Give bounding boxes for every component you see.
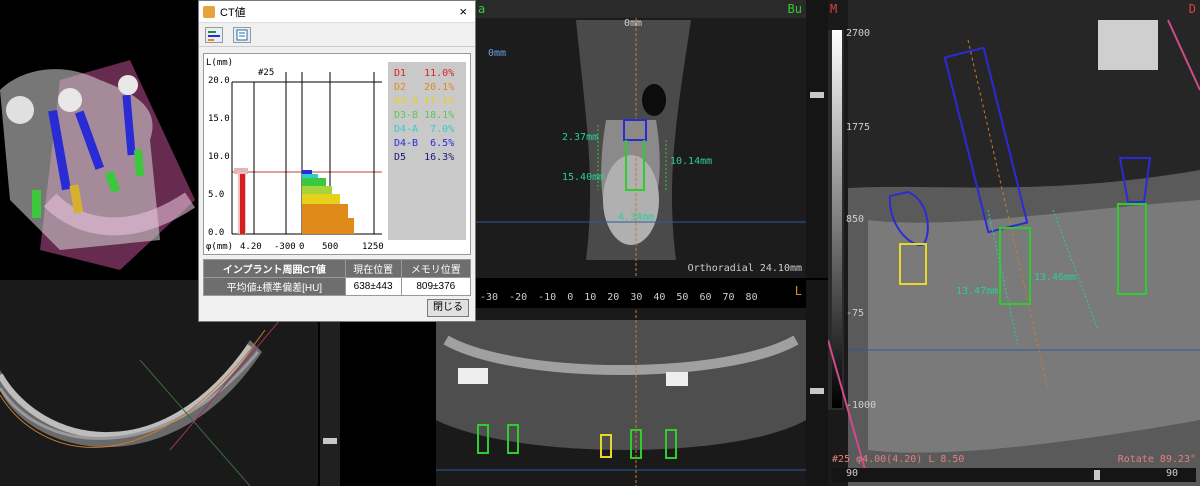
y-tick-15: 15.0 bbox=[208, 114, 230, 124]
coronal-meas-3: 10.14mm bbox=[670, 156, 713, 167]
legend-d2: D2 20.1% bbox=[394, 82, 455, 93]
ruler-tick: 50 bbox=[676, 292, 689, 303]
sagittal-right-label: D bbox=[1188, 2, 1196, 16]
view-3d[interactable] bbox=[0, 0, 200, 278]
view-sagittal[interactable]: M D 2700 1775 850 -75 -1000 13.47mm 13.4… bbox=[828, 0, 1200, 486]
memory-value: 809±376 bbox=[400, 277, 472, 296]
scale-minus1000: -1000 bbox=[846, 400, 877, 411]
ruler-tick: -30 bbox=[480, 292, 499, 303]
ruler-tick: -10 bbox=[538, 292, 557, 303]
x-tick-minus300: -300 bbox=[274, 242, 296, 252]
ruler-tick: 0 bbox=[567, 292, 574, 303]
legend-d5: D5 16.3% bbox=[394, 152, 455, 163]
sagittal-meas-2: 13.46mm bbox=[1034, 272, 1077, 283]
dialog-toolbar bbox=[199, 23, 475, 47]
coronal-meas-4: 4.34mm bbox=[618, 212, 655, 223]
ruler-tick: 30 bbox=[630, 292, 643, 303]
x-tick-500: 500 bbox=[322, 242, 339, 252]
current-value: 638±443 bbox=[344, 277, 402, 296]
ruler-tick: 10 bbox=[584, 292, 597, 303]
axial-side-label: L bbox=[794, 284, 802, 298]
slider-thumb[interactable] bbox=[1094, 470, 1100, 480]
view-axial[interactable]: -30 -20 -10 0 10 20 30 40 50 60 70 80 L … bbox=[436, 280, 806, 486]
legend-d4a: D4-A 7.0% bbox=[394, 124, 455, 135]
x-tick-0: 0 bbox=[299, 242, 305, 252]
ruler-tick: 70 bbox=[722, 292, 735, 303]
sagittal-meas-1: 13.47mm bbox=[956, 286, 999, 297]
phi-value: 4.20 bbox=[240, 242, 262, 252]
coronal-left-mm: 0mm bbox=[488, 48, 507, 59]
horizontal-slider[interactable]: 90 90 bbox=[832, 468, 1196, 482]
scale-850: 850 bbox=[846, 214, 865, 225]
close-button[interactable]: 閉じる bbox=[427, 299, 469, 317]
sagittal-footer-right: Rotate 89.23° bbox=[1117, 454, 1196, 465]
table-header-row: インプラント周囲CT値 現在位置 メモリ位置 bbox=[203, 259, 472, 278]
3d-render bbox=[0, 0, 200, 278]
app-icon bbox=[203, 5, 215, 18]
ruler-tick: -20 bbox=[509, 292, 528, 303]
table-header: インプラント周囲CT値 bbox=[203, 259, 346, 278]
ct-value-table: インプラント周囲CT値 現在位置 メモリ位置 平均値±標準偏差[HU] 638±… bbox=[203, 259, 472, 296]
scale-1775: 1775 bbox=[846, 122, 871, 133]
x-tick-1250: 1250 bbox=[362, 242, 384, 252]
sagittal-image bbox=[828, 0, 1200, 486]
coronal-corner-label: a bbox=[478, 2, 486, 16]
ruler-tick: 60 bbox=[699, 292, 712, 303]
report-icon[interactable] bbox=[233, 26, 251, 43]
ct-value-dialog[interactable]: CT値 × L(mm) #25 20.0 15.0 10.0 5.0 0.0 φ… bbox=[198, 0, 476, 322]
ruler-tick: 80 bbox=[745, 292, 758, 303]
ruler-tick: 40 bbox=[653, 292, 666, 303]
coronal-footer: Orthoradial 24.10mm bbox=[687, 263, 802, 274]
dialog-titlebar[interactable]: CT値 × bbox=[199, 1, 475, 23]
y-tick-0: 0.0 bbox=[208, 228, 225, 238]
axial-ruler: -30 -20 -10 0 10 20 30 40 50 60 70 80 bbox=[480, 292, 758, 303]
slider-thumb[interactable] bbox=[810, 388, 824, 394]
vertical-slider-mid[interactable] bbox=[320, 320, 340, 486]
coronal-meas-2: 15.40mm bbox=[562, 172, 605, 183]
scale-2700: 2700 bbox=[846, 28, 871, 39]
slider-right-value: 90 bbox=[1165, 468, 1178, 479]
coronal-center-mm: 0mm bbox=[624, 18, 643, 29]
scale-minus75: -75 bbox=[846, 308, 865, 319]
y-tick-10: 10.0 bbox=[208, 152, 230, 162]
legend-d3a: D3-A 17.1% bbox=[394, 96, 455, 107]
close-icon[interactable]: × bbox=[459, 4, 467, 19]
table-header: 現在位置 bbox=[344, 259, 402, 278]
vertical-slider-axial[interactable] bbox=[806, 280, 828, 486]
dialog-title: CT値 bbox=[220, 6, 246, 19]
y-tick-20: 20.0 bbox=[208, 76, 230, 86]
legend-d3b: D3-B 18.1% bbox=[394, 110, 455, 121]
density-graph: L(mm) #25 20.0 15.0 10.0 5.0 0.0 φ(mm) 4… bbox=[203, 53, 471, 255]
table-header: メモリ位置 bbox=[400, 259, 472, 278]
ruler-tick: 20 bbox=[607, 292, 620, 303]
x-axis-label: φ(mm) bbox=[206, 242, 234, 252]
legend-d4b: D4-B 6.5% bbox=[394, 138, 455, 149]
density-legend: D1 11.0% D2 20.1% D3-A 17.1% D3-B 18.1% … bbox=[388, 62, 466, 240]
graph-view-icon[interactable] bbox=[205, 26, 223, 43]
slider-thumb[interactable] bbox=[810, 92, 824, 98]
y-unit-label: L(mm) bbox=[206, 58, 234, 68]
legend-d1: D1 11.0% bbox=[394, 68, 455, 79]
coronal-meas-1: 2.37mm bbox=[562, 132, 599, 143]
table-row: 平均値±標準偏差[HU] 638±443 809±376 bbox=[203, 277, 472, 296]
axial-image bbox=[436, 280, 806, 486]
slider-left-value: 90 bbox=[846, 468, 859, 479]
y-tick-5: 5.0 bbox=[208, 190, 225, 200]
view-coronal[interactable]: a Bu 0mm 0mm 2.37mm 15.40mm 10.14mm 4.34… bbox=[476, 0, 806, 278]
sagittal-footer-left: #25 φ4.00(4.20) L 8.50 bbox=[832, 454, 965, 465]
sagittal-left-label: M bbox=[830, 2, 838, 16]
vertical-slider-coronal[interactable] bbox=[806, 0, 828, 278]
coronal-side-label: Bu bbox=[787, 2, 802, 16]
row-label: 平均値±標準偏差[HU] bbox=[203, 277, 346, 296]
implant-number: #25 bbox=[258, 68, 275, 78]
slider-thumb[interactable] bbox=[323, 438, 337, 444]
coronal-image bbox=[476, 0, 806, 278]
